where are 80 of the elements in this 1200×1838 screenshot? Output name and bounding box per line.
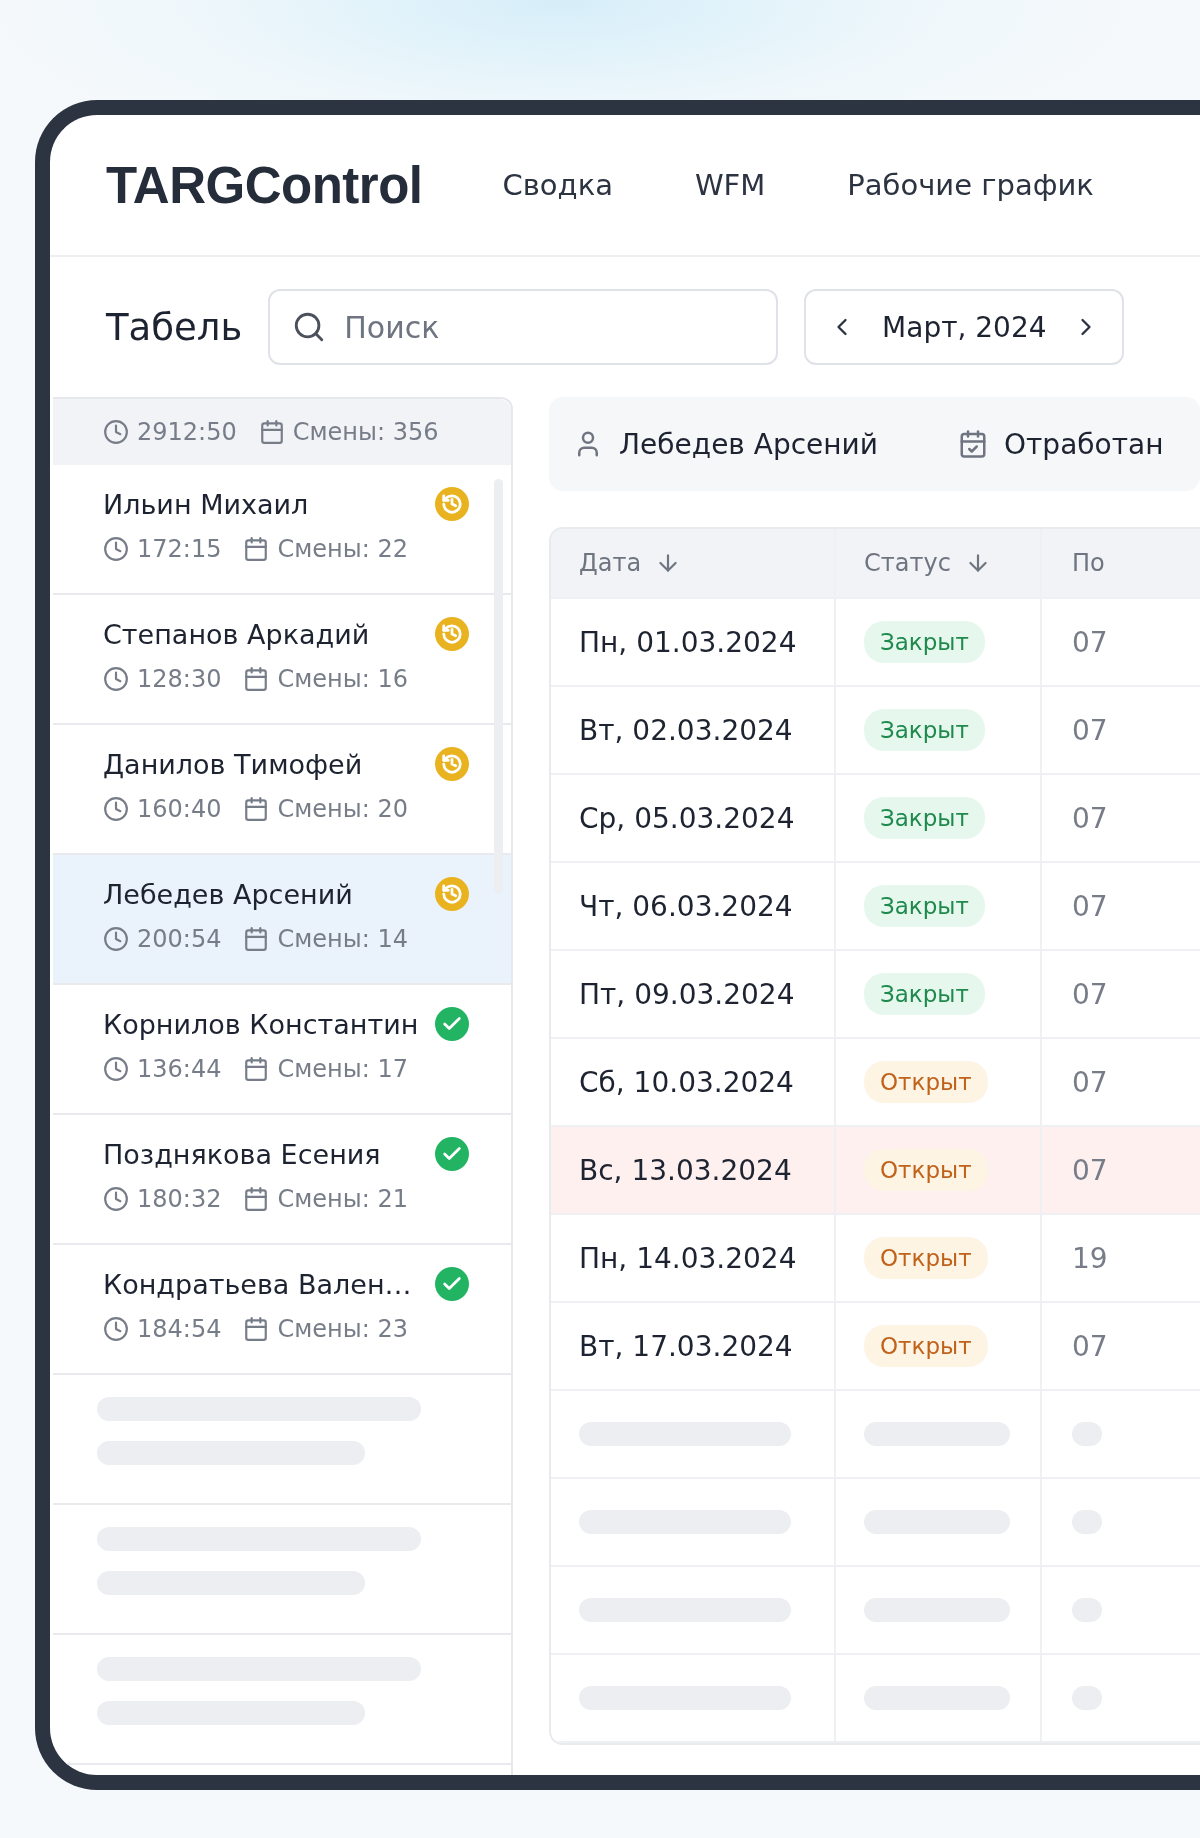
table-cell: 07 [1072, 713, 1108, 747]
table-cell: 07 [1072, 625, 1108, 659]
table-cell: 07 [1072, 1329, 1108, 1363]
column-header[interactable]: Дата [579, 549, 642, 577]
status-badge: Закрыт [864, 709, 985, 751]
status-badge: Открыт [864, 1237, 988, 1279]
status-badge: Закрыт [864, 797, 985, 839]
table-cell: 07 [1072, 1153, 1108, 1187]
calendar-icon [243, 666, 270, 692]
column-header[interactable]: По [1072, 549, 1105, 577]
clock-icon [103, 1316, 129, 1342]
table-cell: 07 [1072, 801, 1108, 835]
clock-icon [103, 926, 129, 952]
date-cell: Вт, 02.03.2024 [579, 713, 793, 747]
employee-name: Лебедев Арсений [103, 878, 353, 910]
status-badge: Открыт [864, 1061, 988, 1103]
employee-hours: 200:54 [137, 925, 222, 953]
status-badge: Закрыт [864, 621, 985, 663]
status-badge: Открыт [864, 1149, 988, 1191]
employee-name: Кондратьева Вален… [103, 1268, 412, 1300]
employee-name: Лебедев Арсений [619, 427, 878, 461]
employee-hours: 184:54 [137, 1315, 222, 1343]
date-cell: Вт, 17.03.2024 [579, 1329, 793, 1363]
date-cell: Пн, 14.03.2024 [579, 1241, 797, 1275]
employee-hours: 136:44 [137, 1055, 222, 1083]
logo: TARGControl [106, 155, 423, 215]
employee-shifts: Смены: 21 [277, 1185, 408, 1213]
employee-hours: 160:40 [137, 795, 222, 823]
employee-name: Степанов Аркадий [103, 618, 370, 650]
employee-shifts: Смены: 23 [277, 1315, 408, 1343]
nav-link[interactable]: Сводка [502, 168, 613, 202]
employee-shifts: Смены: 16 [277, 665, 408, 693]
table-cell: 19 [1072, 1241, 1108, 1275]
calendar-icon [243, 796, 270, 822]
calendar-icon [258, 419, 285, 445]
date-cell: Пн, 01.03.2024 [579, 625, 797, 659]
clock-icon [103, 1056, 129, 1082]
clock-icon [103, 666, 129, 692]
employee-item[interactable]: Лебедев Арсений 200:54 Смены: 14 [53, 855, 511, 985]
employee-name: Ильин Михаил [103, 488, 309, 520]
date-cell: Пт, 09.03.2024 [579, 977, 795, 1011]
table-cell: 07 [1072, 889, 1108, 923]
status-badge: Открыт [864, 1325, 988, 1367]
nav-link[interactable]: Рабочие график [847, 168, 1094, 202]
employee-shifts: Смены: 22 [277, 535, 408, 563]
date-cell: Ср, 05.03.2024 [579, 801, 795, 835]
employee-name: Позднякова Есения [103, 1138, 381, 1170]
calendar-icon [243, 536, 270, 562]
table-cell: 07 [1072, 977, 1108, 1011]
nav-link[interactable]: WFM [694, 168, 766, 202]
clock-icon [103, 536, 129, 562]
month-label: Март, 2024 [882, 310, 1047, 344]
employee-hours: 180:32 [137, 1185, 222, 1213]
date-cell: Вс, 13.03.2024 [579, 1153, 792, 1187]
employee-hours: 172:15 [137, 535, 222, 563]
calendar-icon [243, 1316, 270, 1342]
page-title: Табель [106, 305, 243, 349]
search-field[interactable]: Поиск [268, 289, 779, 365]
clock-icon [103, 796, 129, 822]
calendar-icon [243, 1186, 270, 1212]
employee-name: Данилов Тимофей [103, 748, 363, 780]
total-shifts: Смены: 356 [292, 418, 439, 446]
status-badge: Закрыт [864, 885, 985, 927]
status-badge: Закрыт [864, 973, 985, 1015]
clock-icon [103, 1186, 129, 1212]
table-cell: 07 [1072, 1065, 1108, 1099]
calendar-icon [243, 1056, 270, 1082]
calendar-icon [243, 926, 270, 952]
date-cell: Чт, 06.03.2024 [579, 889, 793, 923]
employee-hours: 128:30 [137, 665, 222, 693]
employee-name: Корнилов Константин [103, 1008, 419, 1040]
total-hours: 2912:50 [137, 418, 237, 446]
employee-shifts: Смены: 14 [277, 925, 408, 953]
worked-label: Отработан [1004, 427, 1164, 461]
column-header[interactable]: Статус [864, 549, 951, 577]
calendar-check-icon [958, 429, 988, 459]
date-cell: Сб, 10.03.2024 [579, 1065, 794, 1099]
employee-shifts: Смены: 17 [277, 1055, 408, 1083]
clock-icon [103, 419, 129, 445]
employee-shifts: Смены: 20 [277, 795, 408, 823]
